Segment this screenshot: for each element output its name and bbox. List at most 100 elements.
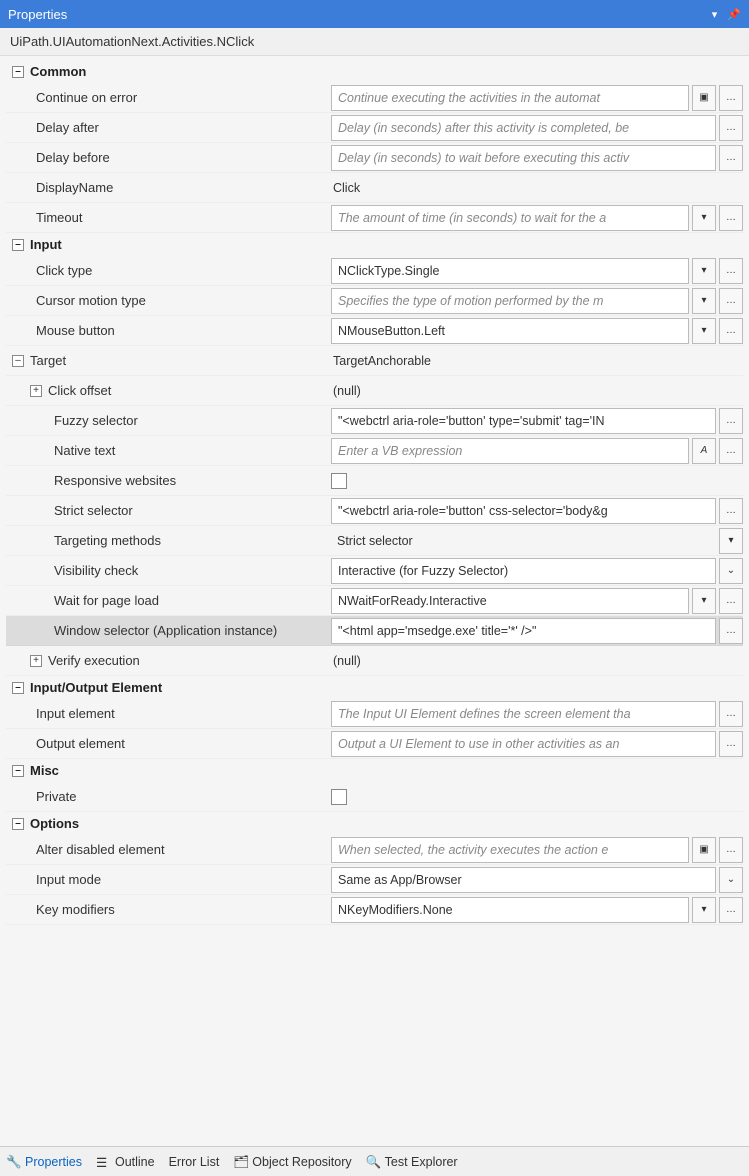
input-output-element[interactable]: Output a UI Element to use in other acti… bbox=[331, 731, 716, 757]
repository-icon: 🗂 bbox=[233, 1155, 247, 1169]
group-misc[interactable]: – Misc bbox=[6, 759, 743, 782]
expand-icon[interactable]: + bbox=[30, 655, 42, 667]
tab-properties[interactable]: 🔧 Properties bbox=[6, 1155, 82, 1169]
text-icon[interactable]: A bbox=[692, 438, 716, 464]
dropdown-btn[interactable]: ▾ bbox=[692, 897, 716, 923]
group-common[interactable]: – Common bbox=[6, 60, 743, 83]
tab-outline[interactable]: ☰ Outline bbox=[96, 1155, 155, 1169]
input-strict-selector[interactable]: "<webctrl aria-role='button' css-selecto… bbox=[331, 498, 716, 524]
label-window-selector: Window selector (Application instance) bbox=[6, 616, 331, 645]
footer-tabs: 🔧 Properties ☰ Outline Error List 🗂 Obje… bbox=[0, 1146, 749, 1176]
value-verify-execution: (null) bbox=[331, 648, 743, 674]
ellipsis-btn[interactable]: … bbox=[719, 731, 743, 757]
ellipsis-btn[interactable]: … bbox=[719, 205, 743, 231]
ellipsis-btn[interactable]: … bbox=[719, 498, 743, 524]
activity-type: UiPath.UIAutomationNext.Activities.NClic… bbox=[0, 28, 749, 56]
ellipsis-btn[interactable]: … bbox=[719, 588, 743, 614]
label-continue-on-error: Continue on error bbox=[6, 83, 331, 112]
value-click-offset: (null) bbox=[331, 378, 743, 404]
input-input-mode[interactable]: Same as App/Browser bbox=[331, 867, 716, 893]
checkbox-btn[interactable]: ▣ bbox=[692, 85, 716, 111]
dropdown-btn[interactable]: ▾ bbox=[692, 205, 716, 231]
input-window-selector[interactable]: "<html app='msedge.exe' title='*' />" bbox=[331, 618, 716, 644]
tab-test-explorer[interactable]: 🔍 Test Explorer bbox=[366, 1155, 458, 1169]
dropdown-btn[interactable]: ⌄ bbox=[719, 558, 743, 584]
collapse-icon[interactable]: – bbox=[12, 66, 24, 78]
input-targeting-methods[interactable]: Strict selector bbox=[331, 528, 716, 554]
input-click-type[interactable]: NClickType.Single bbox=[331, 258, 689, 284]
row-targeting-methods: Targeting methods Strict selector ▾ bbox=[6, 526, 743, 556]
label-input-element: Input element bbox=[6, 699, 331, 728]
input-fuzzy-selector[interactable]: "<webctrl aria-role='button' type='submi… bbox=[331, 408, 716, 434]
dropdown-btn[interactable]: ▾ bbox=[692, 288, 716, 314]
dropdown-btn[interactable]: ▾ bbox=[692, 588, 716, 614]
row-mouse-button: Mouse button NMouseButton.Left ▾ … bbox=[6, 316, 743, 346]
ellipsis-btn[interactable]: … bbox=[719, 897, 743, 923]
input-native-text[interactable]: Enter a VB expression bbox=[331, 438, 689, 464]
dropdown-btn[interactable]: ▾ bbox=[692, 258, 716, 284]
tab-error-list[interactable]: Error List bbox=[169, 1155, 220, 1169]
expand-icon[interactable]: + bbox=[30, 385, 42, 397]
label-wait-for-page-load: Wait for page load bbox=[6, 586, 331, 615]
label-native-text: Native text bbox=[6, 436, 331, 465]
label-mouse-button: Mouse button bbox=[6, 316, 331, 345]
input-display-name[interactable]: Click bbox=[331, 175, 743, 201]
ellipsis-btn[interactable]: … bbox=[719, 258, 743, 284]
group-io-element[interactable]: – Input/Output Element bbox=[6, 676, 743, 699]
dropdown-btn[interactable]: ▾ bbox=[719, 528, 743, 554]
label-delay-after: Delay after bbox=[6, 113, 331, 142]
row-responsive-websites: Responsive websites bbox=[6, 466, 743, 496]
row-private: Private bbox=[6, 782, 743, 812]
input-continue-on-error[interactable]: Continue executing the activities in the… bbox=[331, 85, 689, 111]
titlebar: Properties ▾ 📌 bbox=[0, 0, 749, 28]
label-strict-selector: Strict selector bbox=[6, 496, 331, 525]
row-visibility-check: Visibility check Interactive (for Fuzzy … bbox=[6, 556, 743, 586]
ellipsis-btn[interactable]: … bbox=[719, 115, 743, 141]
tab-object-repository[interactable]: 🗂 Object Repository bbox=[233, 1155, 351, 1169]
row-window-selector: Window selector (Application instance) "… bbox=[6, 616, 743, 646]
label-alter-disabled: Alter disabled element bbox=[6, 835, 331, 864]
checkbox-private[interactable] bbox=[331, 789, 347, 805]
ellipsis-btn[interactable]: … bbox=[719, 408, 743, 434]
group-input[interactable]: – Input bbox=[6, 233, 743, 256]
ellipsis-btn[interactable]: … bbox=[719, 85, 743, 111]
input-timeout[interactable]: The amount of time (in seconds) to wait … bbox=[331, 205, 689, 231]
input-visibility-check[interactable]: Interactive (for Fuzzy Selector) bbox=[331, 558, 716, 584]
dropdown-btn[interactable]: ⌄ bbox=[719, 867, 743, 893]
ellipsis-btn[interactable]: … bbox=[719, 701, 743, 727]
panel-title: Properties bbox=[8, 7, 67, 22]
collapse-icon[interactable]: – bbox=[12, 355, 24, 367]
collapse-icon[interactable]: – bbox=[12, 239, 24, 251]
input-key-modifiers[interactable]: NKeyModifiers.None bbox=[331, 897, 689, 923]
input-input-element[interactable]: The Input UI Element defines the screen … bbox=[331, 701, 716, 727]
label-click-type: Click type bbox=[6, 256, 331, 285]
collapse-icon[interactable]: – bbox=[12, 765, 24, 777]
input-alter-disabled[interactable]: When selected, the activity executes the… bbox=[331, 837, 689, 863]
ellipsis-btn[interactable]: … bbox=[719, 438, 743, 464]
ellipsis-btn[interactable]: … bbox=[719, 288, 743, 314]
ellipsis-btn[interactable]: … bbox=[719, 618, 743, 644]
input-cursor-motion-type[interactable]: Specifies the type of motion performed b… bbox=[331, 288, 689, 314]
label-verify-execution: Verify execution bbox=[48, 653, 140, 668]
checkbox-responsive-websites[interactable] bbox=[331, 473, 347, 489]
label-delay-before: Delay before bbox=[6, 143, 331, 172]
label-input-mode: Input mode bbox=[6, 865, 331, 894]
collapse-icon[interactable]: – bbox=[12, 682, 24, 694]
ellipsis-btn[interactable]: … bbox=[719, 318, 743, 344]
input-delay-before[interactable]: Delay (in seconds) to wait before execut… bbox=[331, 145, 716, 171]
group-options[interactable]: – Options bbox=[6, 812, 743, 835]
ellipsis-btn[interactable]: … bbox=[719, 837, 743, 863]
input-delay-after[interactable]: Delay (in seconds) after this activity i… bbox=[331, 115, 716, 141]
ellipsis-btn[interactable]: … bbox=[719, 145, 743, 171]
collapse-icon[interactable]: – bbox=[12, 818, 24, 830]
dropdown-btn[interactable]: ▾ bbox=[692, 318, 716, 344]
dropdown-icon[interactable]: ▾ bbox=[712, 8, 718, 21]
checkbox-btn[interactable]: ▣ bbox=[692, 837, 716, 863]
input-mouse-button[interactable]: NMouseButton.Left bbox=[331, 318, 689, 344]
pin-icon[interactable]: 📌 bbox=[727, 8, 741, 21]
row-input-element: Input element The Input UI Element defin… bbox=[6, 699, 743, 729]
row-display-name: DisplayName Click bbox=[6, 173, 743, 203]
input-wait-for-page-load[interactable]: NWaitForReady.Interactive bbox=[331, 588, 689, 614]
row-wait-for-page-load: Wait for page load NWaitForReady.Interac… bbox=[6, 586, 743, 616]
label-cursor-motion-type: Cursor motion type bbox=[6, 286, 331, 315]
